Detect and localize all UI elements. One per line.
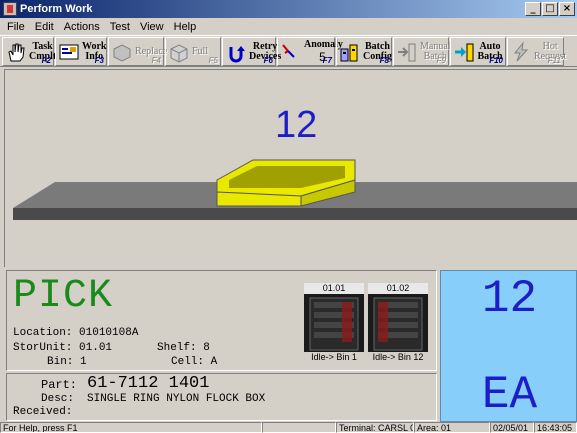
bin-card[interactable]: 01.02 Idle-> Bin 12 (368, 283, 428, 365)
bin-card-label: 01.02 (368, 283, 428, 294)
hand-icon (8, 43, 25, 61)
menu-edit[interactable]: Edit (30, 21, 59, 33)
status-area: Area: 01 (414, 422, 490, 433)
status-help: For Help, press F1 (0, 422, 262, 433)
menu-bar: File Edit Actions Test View Help (0, 18, 577, 35)
toolbar: Task Cmplt F2 Work Info F3 Replace F4 Fu… (0, 35, 577, 67)
bin-row: Bin: 1 (47, 356, 87, 368)
menu-file[interactable]: File (2, 21, 30, 33)
close-button[interactable]: × (559, 2, 575, 16)
retry-arrow-icon (229, 45, 245, 62)
full-button[interactable]: Full F5 (165, 37, 221, 66)
batch-config-icon (340, 44, 358, 61)
replace-button[interactable]: Replace F4 (108, 37, 167, 66)
cell-row: Cell: A (171, 356, 218, 368)
pick-action-title: PICK (13, 274, 114, 319)
title-bar: Perform Work _ □ × (0, 0, 577, 18)
replace-icon (113, 43, 131, 62)
part-panel: Part: 61-7112 1401 Desc: SINGLE RING NYL… (6, 373, 437, 421)
manual-batch-button[interactable]: Manual Batch F9 (393, 37, 451, 66)
menu-help[interactable]: Help (169, 21, 202, 33)
desc-label: Desc: (41, 393, 75, 405)
storunit-value: 01.01 (79, 342, 113, 354)
maximize-button[interactable]: □ (542, 2, 558, 16)
bin-card-caption: Idle-> Bin 12 (372, 352, 424, 362)
anomaly-button[interactable]: Anomaly 5 F7 (277, 37, 343, 66)
app-icon[interactable] (3, 2, 17, 16)
bin-value: 1 (80, 356, 87, 368)
carousel-image (304, 294, 364, 352)
anomaly-icon (282, 43, 295, 58)
work-info-button[interactable]: Work Info F3 (55, 37, 107, 66)
location-row: Location: 01010108A (13, 327, 139, 339)
hot-request-button[interactable]: Hot Request F11 (507, 37, 566, 66)
part-description: SINGLE RING NYLON FLOCK BOX (87, 393, 266, 405)
conveyor-graphic (13, 159, 577, 220)
received-label: Received: (13, 406, 73, 418)
storunit-row: StorUnit: 01.01 (13, 342, 113, 354)
quantity-unit: EA (481, 369, 538, 421)
status-empty (262, 422, 336, 433)
menu-actions[interactable]: Actions (59, 21, 105, 33)
shelf-value: 8 (203, 342, 210, 354)
location-value: 01010108A (79, 327, 139, 339)
retry-devices-button[interactable]: Retry Devices F6 (222, 37, 281, 66)
part-number: 61-7112 1401 (87, 374, 210, 393)
quantity-value: 12 (481, 273, 538, 325)
conveyor-front (13, 208, 577, 220)
window-title: Perform Work (20, 3, 93, 15)
status-bar: For Help, press F1 Terminal: CARSL 01 Ar… (0, 422, 577, 433)
status-time: 16:43:05 (534, 422, 577, 433)
full-box-icon (170, 43, 188, 63)
hot-request-icon (513, 40, 529, 61)
menu-test[interactable]: Test (105, 21, 135, 33)
auto-batch-icon (455, 43, 474, 61)
bin-card-caption: Idle-> Bin 1 (311, 352, 357, 362)
info-screen-icon (59, 44, 79, 59)
carousel-image (368, 294, 428, 352)
bin-card-label: 01.01 (304, 283, 364, 294)
cell-value: A (210, 356, 218, 368)
status-terminal: Terminal: CARSL 01 (336, 422, 414, 433)
part-label: Part: (41, 378, 78, 392)
bin-card[interactable]: 01.01 Idle-> Bin 1 (304, 283, 364, 365)
auto-batch-button[interactable]: Auto Batch F10 (450, 37, 506, 66)
manual-batch-icon (398, 43, 416, 61)
batch-config-button[interactable]: Batch Config F8 (336, 37, 392, 66)
pick-panel: PICK Location: 01010108A StorUnit: 01.01… (6, 270, 437, 371)
task-complete-button[interactable]: Task Cmplt F2 (2, 37, 56, 66)
quantity-panel: 12 EA (440, 270, 577, 422)
minimize-button[interactable]: _ (525, 2, 541, 16)
status-date: 02/05/01 (490, 422, 534, 433)
menu-view[interactable]: View (135, 21, 169, 33)
pick-scene: 12 (4, 69, 577, 267)
shelf-row: Shelf: 8 (157, 342, 210, 354)
